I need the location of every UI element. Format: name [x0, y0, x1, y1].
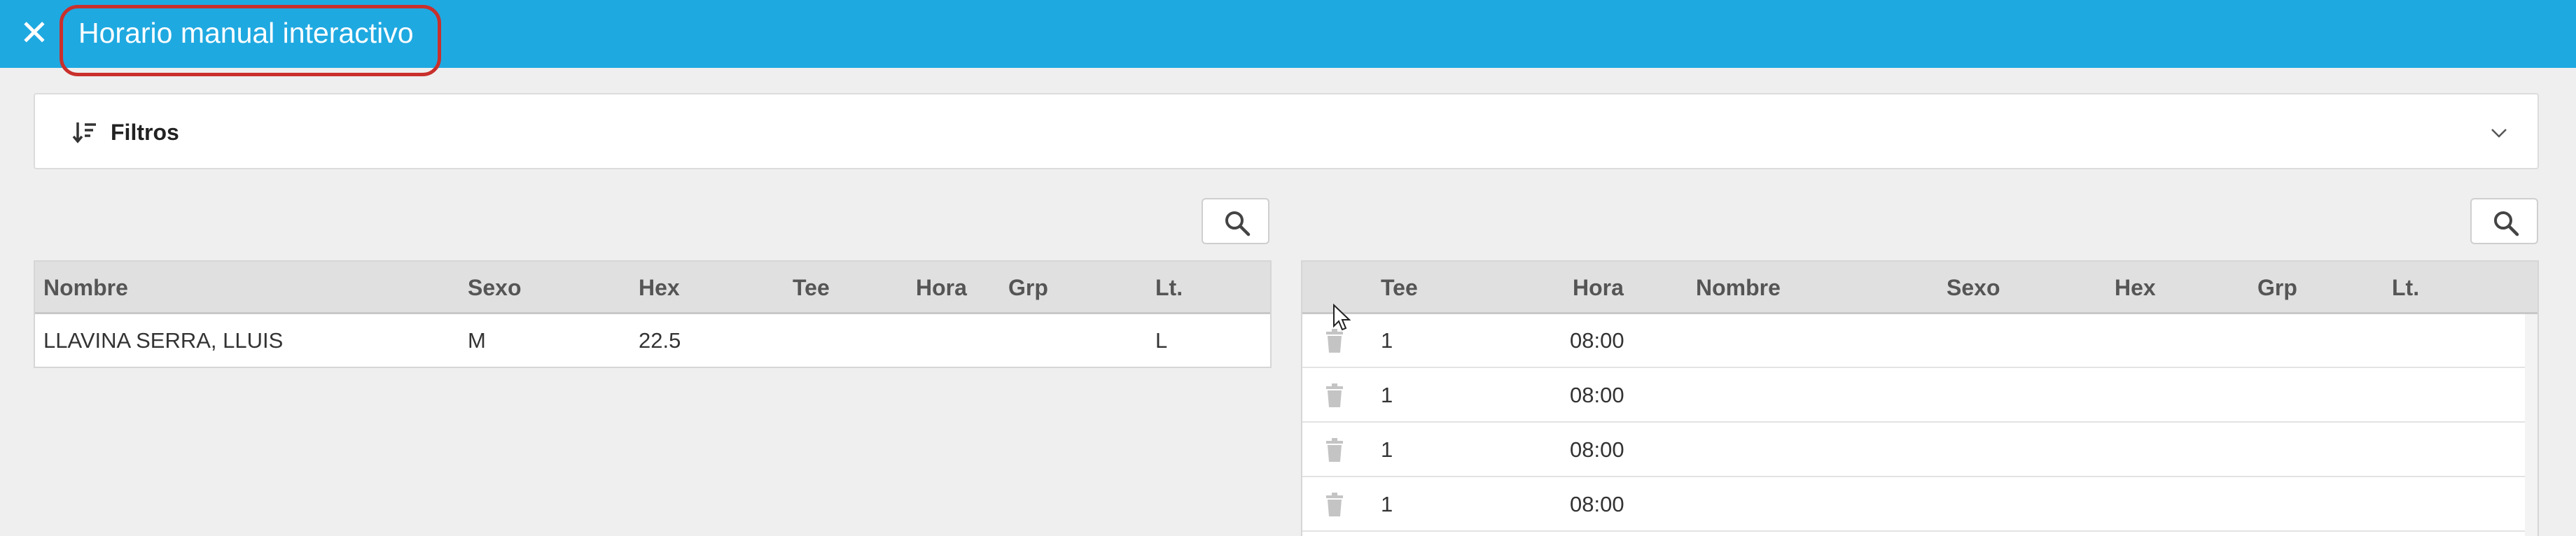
cell-lt: L: [1155, 328, 1168, 353]
cell-hora: 08:00: [1570, 492, 1624, 516]
column-header-grp[interactable]: Grp: [1008, 262, 1048, 314]
mouse-cursor-icon: [1333, 304, 1351, 331]
column-header-grp[interactable]: Grp: [2257, 262, 2297, 314]
table-header: Nombre Sexo Hex Tee Hora Grp Lt.: [35, 262, 1270, 314]
column-header-nombre[interactable]: Nombre: [1696, 262, 1781, 314]
title-highlight: [60, 5, 441, 76]
column-header-nombre[interactable]: Nombre: [43, 262, 128, 314]
right-search-button[interactable]: [2470, 198, 2538, 244]
column-header-hora[interactable]: Hora: [1573, 262, 1624, 314]
cell-tee: 1: [1381, 492, 1393, 516]
cell-nombre: LLAVINA SERRA, LLUIS: [43, 328, 284, 353]
chevron-down-icon[interactable]: [2488, 122, 2509, 143]
table-row[interactable]: LLAVINA SERRA, LLUIS M 22.5 L: [35, 314, 1270, 367]
column-header-hex[interactable]: Hex: [2115, 262, 2156, 314]
cell-hex: 22.5: [639, 328, 681, 353]
column-header-lt[interactable]: Lt.: [2392, 262, 2419, 314]
tee-times-table: Tee Hora Nombre Sexo Hex Grp Lt. 1 08:00…: [1301, 260, 2539, 536]
search-icon: [2494, 211, 2519, 237]
filters-panel[interactable]: Filtros: [34, 93, 2539, 169]
search-icon: [1225, 211, 1251, 237]
cell-hora: 08:00: [1570, 328, 1624, 353]
close-icon: ✕: [20, 13, 49, 52]
table-scrollbar[interactable]: [2525, 314, 2537, 536]
close-button[interactable]: ✕: [20, 15, 49, 50]
trash-icon[interactable]: [1325, 437, 1344, 463]
left-search-button[interactable]: [1202, 198, 1269, 244]
filters-label: Filtros: [111, 120, 179, 145]
table-header: Tee Hora Nombre Sexo Hex Grp Lt.: [1302, 262, 2537, 314]
trash-icon[interactable]: [1325, 492, 1344, 517]
column-header-hex[interactable]: Hex: [639, 262, 680, 314]
column-header-sexo[interactable]: Sexo: [468, 262, 521, 314]
cell-hora: 08:00: [1570, 383, 1624, 407]
trash-icon[interactable]: [1325, 383, 1344, 408]
table-row[interactable]: 1 08:00: [1302, 478, 2525, 532]
column-header-lt[interactable]: Lt.: [1155, 262, 1183, 314]
column-header-sexo[interactable]: Sexo: [1947, 262, 2000, 314]
cell-tee: 1: [1381, 328, 1393, 353]
table-row[interactable]: 1 08:00: [1302, 369, 2525, 423]
table-row[interactable]: 1 08:00: [1302, 423, 2525, 477]
column-header-hora[interactable]: Hora: [916, 262, 967, 314]
table-row[interactable]: 1 08:00: [1302, 314, 2525, 368]
cell-sexo: M: [468, 328, 486, 353]
players-table: Nombre Sexo Hex Tee Hora Grp Lt. LLAVINA…: [34, 260, 1272, 368]
column-header-tee[interactable]: Tee: [793, 262, 830, 314]
column-header-tee[interactable]: Tee: [1381, 262, 1418, 314]
sort-filter-icon: [72, 122, 96, 143]
cell-hora: 08:00: [1570, 437, 1624, 462]
trash-icon[interactable]: [1325, 328, 1344, 353]
cell-tee: 1: [1381, 383, 1393, 407]
cell-tee: 1: [1381, 437, 1393, 462]
